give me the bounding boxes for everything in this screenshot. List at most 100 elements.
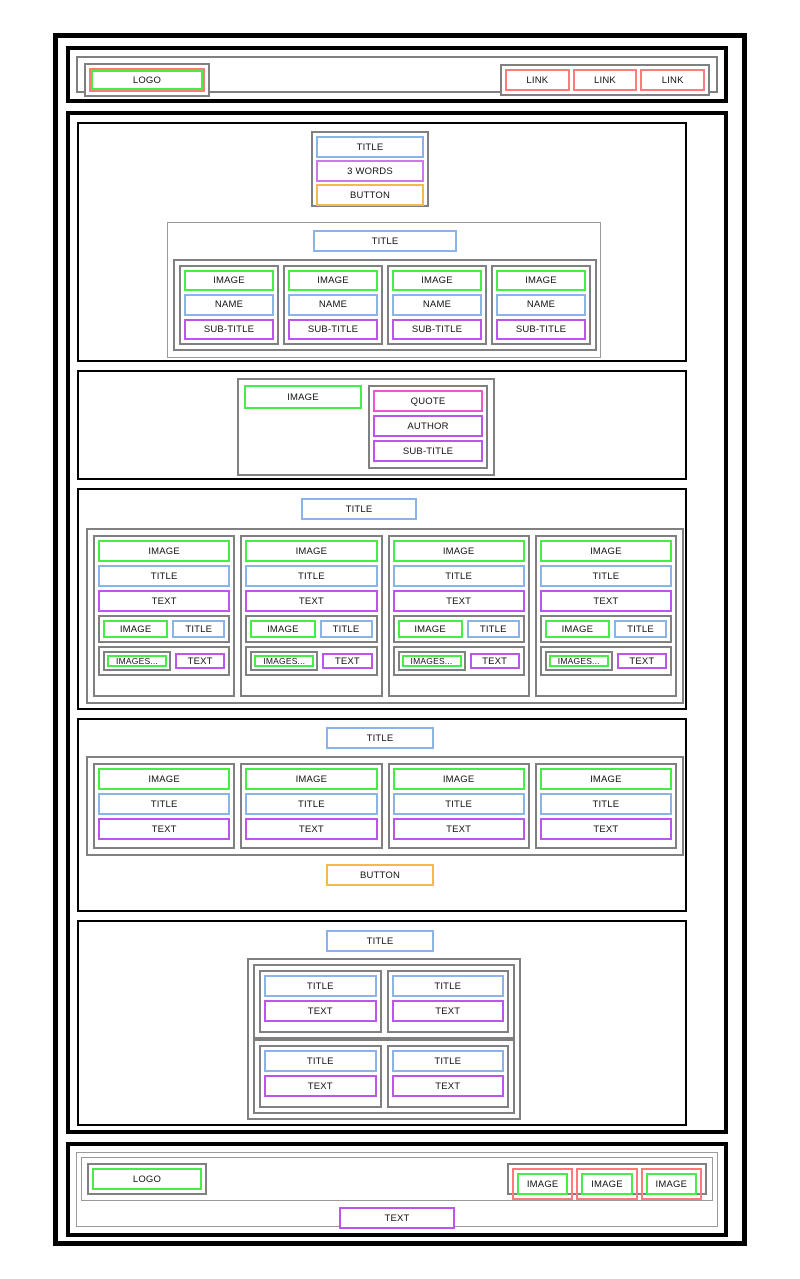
blog-image: IMAGE bbox=[539, 540, 672, 562]
team-card[interactable]: IMAGE NAME SUB-TITLE bbox=[283, 265, 383, 345]
hero-cta-button[interactable]: BUTTON bbox=[316, 184, 424, 206]
blog-sub-image: IMAGE bbox=[250, 620, 316, 638]
faq-item[interactable]: TITLE TEXT bbox=[386, 1045, 509, 1108]
footer-social-icon[interactable]: IMAGE bbox=[512, 1168, 574, 1200]
feature-title: TITLE bbox=[245, 793, 378, 815]
faq-item-text: TEXT bbox=[391, 1000, 504, 1022]
feature-title: TITLE bbox=[392, 793, 525, 815]
header-container: LOGO LINK LINK LINK bbox=[76, 56, 718, 97]
header-logo-container: LOGO bbox=[84, 63, 210, 97]
blog-image: IMAGE bbox=[245, 540, 378, 562]
faq-item[interactable]: TITLE TEXT bbox=[386, 970, 509, 1033]
team-member-subtitle: SUB-TITLE bbox=[288, 318, 378, 340]
blog-grid: IMAGE TITLE TEXT IMAGE TITLE IMAGES... T… bbox=[86, 528, 684, 704]
footer-container: LOGO IMAGE IMAGE IMAGE TEXT bbox=[76, 1152, 718, 1229]
faq-item-title: TITLE bbox=[264, 975, 377, 997]
blog-sub-row: IMAGE TITLE bbox=[98, 615, 231, 643]
blog-gallery-container[interactable]: IMAGES... bbox=[397, 651, 466, 671]
team-member-image: IMAGE bbox=[392, 270, 482, 292]
feature-image: IMAGE bbox=[539, 768, 672, 790]
blog-gallery-images: IMAGES... bbox=[548, 655, 609, 667]
blog-card-text: TEXT bbox=[245, 590, 378, 612]
footer-top-row: LOGO IMAGE IMAGE IMAGE bbox=[81, 1157, 713, 1201]
blog-sub-title: TITLE bbox=[319, 620, 373, 638]
feature-title: TITLE bbox=[539, 793, 672, 815]
site-footer: LOGO IMAGE IMAGE IMAGE TEXT bbox=[66, 1142, 728, 1237]
blog-sub-title: TITLE bbox=[466, 620, 520, 638]
feature-card[interactable]: IMAGE TITLE TEXT bbox=[534, 763, 677, 849]
feature-text: TEXT bbox=[245, 818, 378, 840]
team-member-image: IMAGE bbox=[288, 270, 378, 292]
quote-text-column: QUOTE AUTHOR SUB-TITLE bbox=[368, 385, 488, 469]
team-card[interactable]: IMAGE NAME SUB-TITLE bbox=[179, 265, 279, 345]
blog-card[interactable]: IMAGE TITLE TEXT IMAGE TITLE IMAGES... T… bbox=[240, 535, 383, 697]
team-card[interactable]: IMAGE NAME SUB-TITLE bbox=[491, 265, 591, 345]
feature-image: IMAGE bbox=[98, 768, 231, 790]
blog-gallery-text: TEXT bbox=[175, 653, 226, 669]
feature-text: TEXT bbox=[392, 818, 525, 840]
footer-social-image: IMAGE bbox=[581, 1173, 633, 1195]
quote-author: AUTHOR bbox=[373, 415, 483, 437]
hero-tagline: 3 WORDS bbox=[316, 160, 424, 182]
footer-social-icon[interactable]: IMAGE bbox=[640, 1168, 702, 1200]
section-faq: TITLE TITLE TEXT TITLE TEXT TITLE TEXT T… bbox=[77, 920, 687, 1126]
blog-card[interactable]: IMAGE TITLE TEXT IMAGE TITLE IMAGES... T… bbox=[93, 535, 236, 697]
header-logo-label: LOGO bbox=[91, 70, 203, 90]
feature-image: IMAGE bbox=[392, 768, 525, 790]
header-nav: LINK LINK LINK bbox=[500, 64, 710, 96]
nav-link-3[interactable]: LINK bbox=[640, 69, 706, 91]
header-logo[interactable]: LOGO bbox=[89, 68, 205, 92]
footer-social-image: IMAGE bbox=[517, 1173, 569, 1195]
faq-grid: TITLE TEXT TITLE TEXT TITLE TEXT TITLE T… bbox=[247, 958, 521, 1120]
team-title: TITLE bbox=[313, 230, 457, 252]
blog-gallery-row: IMAGES... TEXT bbox=[539, 646, 672, 676]
blog-card[interactable]: IMAGE TITLE TEXT IMAGE TITLE IMAGES... T… bbox=[534, 535, 677, 697]
footer-social-group: IMAGE IMAGE IMAGE bbox=[507, 1163, 707, 1200]
blog-gallery-text: TEXT bbox=[616, 653, 667, 669]
nav-link-1[interactable]: LINK bbox=[505, 69, 570, 91]
feature-title: TITLE bbox=[98, 793, 231, 815]
faq-row: TITLE TEXT TITLE TEXT bbox=[253, 1039, 515, 1114]
faq-item[interactable]: TITLE TEXT bbox=[259, 970, 382, 1033]
blog-gallery-row: IMAGES... TEXT bbox=[98, 646, 231, 676]
faq-item-text: TEXT bbox=[264, 1000, 377, 1022]
faq-item[interactable]: TITLE TEXT bbox=[259, 1045, 382, 1108]
faq-item-title: TITLE bbox=[391, 975, 504, 997]
site-body: TITLE 3 WORDS BUTTON TITLE IMAGE NAME SU… bbox=[66, 111, 728, 1134]
feature-card[interactable]: IMAGE TITLE TEXT bbox=[387, 763, 530, 849]
blog-sub-image: IMAGE bbox=[397, 620, 463, 638]
blog-sub-image: IMAGE bbox=[103, 620, 169, 638]
feature-card[interactable]: IMAGE TITLE TEXT bbox=[240, 763, 383, 849]
team-member-subtitle: SUB-TITLE bbox=[184, 318, 274, 340]
blog-sub-row: IMAGE TITLE bbox=[392, 615, 525, 643]
footer-social-image: IMAGE bbox=[645, 1173, 697, 1195]
blog-gallery-container[interactable]: IMAGES... bbox=[250, 651, 319, 671]
team-member-name: NAME bbox=[392, 294, 482, 316]
features-grid: IMAGE TITLE TEXT IMAGE TITLE TEXT IMAGE … bbox=[86, 756, 684, 856]
section-blog: TITLE IMAGE TITLE TEXT IMAGE TITLE IMAGE… bbox=[77, 488, 687, 710]
site-header: LOGO LINK LINK LINK bbox=[66, 46, 728, 103]
team-member-subtitle: SUB-TITLE bbox=[392, 318, 482, 340]
blog-card[interactable]: IMAGE TITLE TEXT IMAGE TITLE IMAGES... T… bbox=[387, 535, 530, 697]
blog-sub-image: IMAGE bbox=[544, 620, 610, 638]
footer-text: TEXT bbox=[339, 1207, 455, 1229]
blog-gallery-container[interactable]: IMAGES... bbox=[544, 651, 613, 671]
blog-gallery-container[interactable]: IMAGES... bbox=[103, 651, 172, 671]
blog-gallery-row: IMAGES... TEXT bbox=[245, 646, 378, 676]
feature-card[interactable]: IMAGE TITLE TEXT bbox=[93, 763, 236, 849]
team-grid: IMAGE NAME SUB-TITLE IMAGE NAME SUB-TITL… bbox=[173, 259, 597, 351]
blog-card-text: TEXT bbox=[539, 590, 672, 612]
faq-title: TITLE bbox=[326, 930, 434, 952]
footer-logo[interactable]: LOGO bbox=[92, 1168, 202, 1190]
page-frame: LOGO LINK LINK LINK TITLE 3 WORDS BUTTON… bbox=[53, 33, 747, 1246]
nav-link-2[interactable]: LINK bbox=[572, 69, 638, 91]
footer-social-icon[interactable]: IMAGE bbox=[576, 1168, 638, 1200]
blog-title: TITLE bbox=[301, 498, 417, 520]
features-cta-button[interactable]: BUTTON bbox=[326, 864, 434, 886]
team-card[interactable]: IMAGE NAME SUB-TITLE bbox=[387, 265, 487, 345]
blog-gallery-text: TEXT bbox=[322, 653, 373, 669]
faq-row: TITLE TEXT TITLE TEXT bbox=[253, 964, 515, 1039]
footer-logo-container: LOGO bbox=[87, 1163, 207, 1195]
feature-text: TEXT bbox=[98, 818, 231, 840]
section-features: TITLE IMAGE TITLE TEXT IMAGE TITLE TEXT bbox=[77, 718, 687, 912]
